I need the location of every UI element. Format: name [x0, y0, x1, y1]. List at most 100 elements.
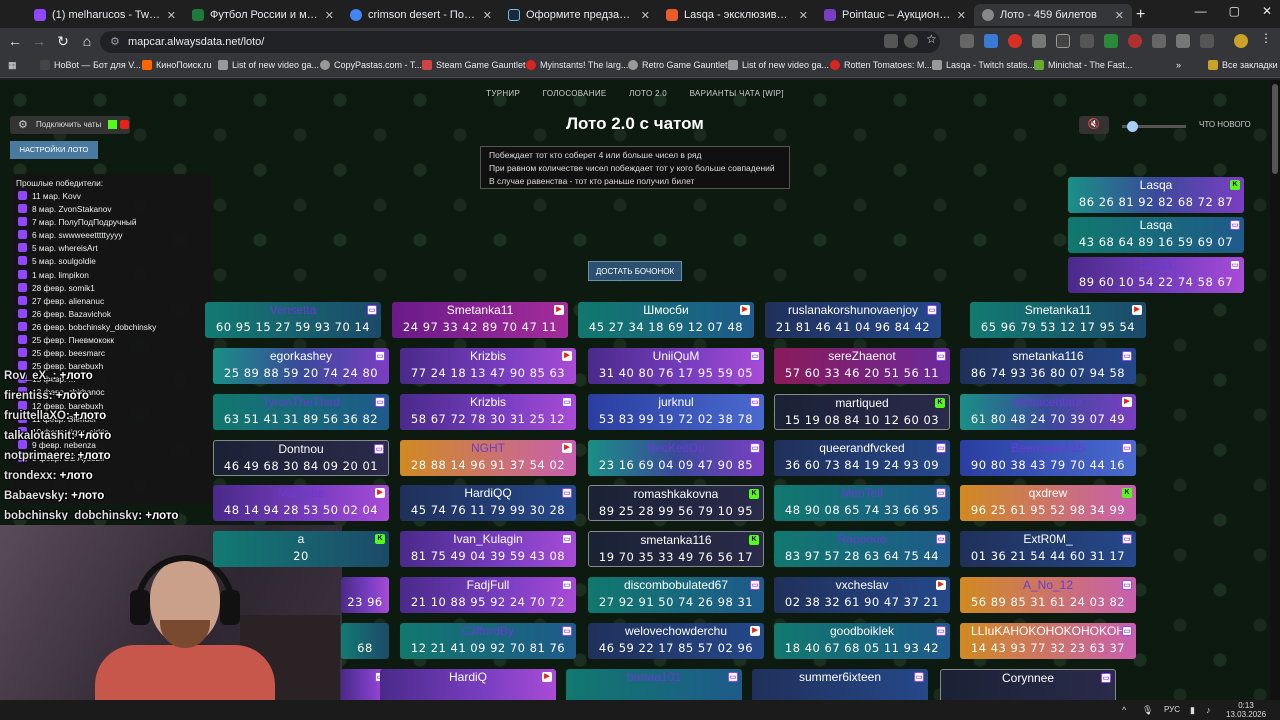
browser-tab-active[interactable]: Лото - 459 билетов ✕ [974, 4, 1132, 26]
loto-ticket[interactable]: Ivan_Kulagin 81 75 49 04 39 59 43 08 ▭ [400, 531, 576, 567]
loto-ticket[interactable]: HardiQ ▶ [380, 669, 556, 700]
language-indicator[interactable]: РУС [1164, 705, 1180, 714]
bookmark-item[interactable]: Rotten Tomatoes: M... [830, 60, 932, 70]
extension-icon[interactable] [1152, 34, 1166, 48]
loto-ticket[interactable]: smetanka116 86 74 93 36 80 07 94 58 ▭ [960, 348, 1136, 384]
extension-icon[interactable] [1080, 34, 1094, 48]
loto-ticket[interactable]: ExtR0M_ 01 36 21 54 44 60 31 17 ▭ [960, 531, 1136, 567]
menu-kebab-icon[interactable]: ⋮ [1260, 31, 1274, 45]
browser-tab[interactable]: crimson desert - Поиск в Googl✕ [342, 4, 500, 26]
bookmark-item[interactable]: List of new video ga... [218, 60, 319, 70]
loto-ticket[interactable]: FadjFull 21 10 88 95 92 24 70 72 ▭ [400, 577, 576, 613]
bookmark-star-icon[interactable]: ☆ [926, 32, 940, 46]
zoom-icon[interactable] [904, 34, 918, 48]
bookmark-item[interactable]: Lasqa - Twitch statis... [932, 60, 1035, 70]
loto-ticket[interactable]: HardiQQ 45 74 76 11 79 99 30 28 ▭ [400, 485, 576, 521]
browser-tab[interactable]: (1) melharucos - Twitch ✕ [26, 4, 184, 26]
close-tab-icon[interactable]: ✕ [1115, 9, 1124, 22]
back-icon[interactable]: ← [6, 33, 24, 49]
loto-ticket[interactable]: ruslanakorshunovaenjoy 21 81 46 41 04 96 … [765, 302, 941, 338]
loto-ticket[interactable]: jurknul 53 83 99 19 72 02 38 78 ▭ [588, 394, 764, 430]
loto-ticket[interactable]: TyronTheThird 63 51 41 31 89 56 36 82 ▭ [213, 394, 389, 430]
extension-icon[interactable] [1032, 34, 1046, 48]
close-tab-icon[interactable]: ✕ [325, 9, 334, 22]
loto-ticket[interactable]: Martique 48 14 94 28 53 50 02 04 ▶ [213, 485, 389, 521]
loto-ticket[interactable]: Шмосби 45 27 34 18 69 12 07 48 ▶ [578, 302, 754, 338]
loto-ticket[interactable]: a 20 K [213, 531, 389, 567]
bookmark-item[interactable]: CopyPastas.com - T... [320, 60, 422, 70]
clock[interactable]: 0:13 13.03.2026 [1226, 701, 1266, 719]
loto-ticket[interactable]: UniiQuM 31 40 80 76 17 95 59 05 ▭ [588, 348, 764, 384]
loto-ticket[interactable]: Smetanka11 65 96 79 53 12 17 95 54 ▶ [970, 302, 1146, 338]
more-bookmarks-icon[interactable]: » [1176, 60, 1181, 70]
nav-link-loto[interactable]: ЛОТО 2.0 [629, 89, 667, 98]
loto-ticket[interactable]: Vensetta 60 95 15 27 59 93 70 14 ▭ [205, 302, 381, 338]
translate-icon[interactable] [884, 34, 898, 48]
all-bookmarks-folder[interactable]: Все закладки [1208, 60, 1278, 70]
loto-ticket[interactable]: discombobulated67 27 92 91 50 74 26 98 31… [588, 577, 764, 613]
close-tab-icon[interactable]: ✕ [641, 9, 650, 22]
loto-ticket[interactable]: Krizbis 77 24 18 13 47 90 85 63 ▶ [400, 348, 576, 384]
loto-ticket[interactable]: Lasqa 86 26 81 92 82 68 72 87 K [1068, 177, 1244, 213]
close-tab-icon[interactable]: ✕ [799, 9, 808, 22]
loto-settings-button[interactable]: НАСТРОЙКИ ЛОТО [10, 141, 98, 159]
extension-icon[interactable] [960, 34, 974, 48]
loto-ticket[interactable]: bartaa101 ▭ [566, 669, 742, 700]
extensions-puzzle-icon[interactable] [1200, 34, 1214, 48]
new-tab-button[interactable]: + [1136, 6, 1145, 24]
microphone-icon[interactable]: 🎙 [1142, 705, 1153, 716]
loto-ticket[interactable]: Krizbis 58 67 72 78 30 31 25 12 ▭ [400, 394, 576, 430]
chevron-up-icon[interactable]: ^ [1122, 705, 1126, 715]
browser-tab[interactable]: Оформите предзаказ на Crim✕ [500, 4, 658, 26]
browser-tab[interactable]: Pointauc – Аукционы, лотере✕ [816, 4, 974, 26]
browser-tab[interactable]: Футбол России и мира 2026 -✕ [184, 4, 342, 26]
extension-icon[interactable] [1008, 34, 1022, 48]
network-icon[interactable]: ▮ [1190, 705, 1195, 716]
loto-ticket[interactable]: Beercules515 90 80 38 43 79 70 44 16 ▭ [960, 440, 1136, 476]
close-tab-icon[interactable]: ✕ [167, 9, 176, 22]
reload-icon[interactable]: ↻ [54, 33, 72, 50]
whats-new-link[interactable]: ЧТО НОВОГО [1199, 120, 1251, 129]
extension-icon[interactable] [1056, 34, 1070, 48]
loto-ticket[interactable]: queerandfvcked 36 60 73 84 19 24 93 09 ▭ [774, 440, 950, 476]
loto-ticket[interactable]: LLIuKAHOKOHOKOHOKOH 14 43 93 77 32 23 63 … [960, 623, 1136, 659]
volume-icon[interactable]: ♪ [1206, 705, 1211, 715]
loto-ticket[interactable]: BecKeitOo 23 16 69 04 09 47 90 85 ▭ [588, 440, 764, 476]
forward-icon[interactable]: → [30, 33, 48, 49]
bookmark-item[interactable]: Steam Game Gauntlet [422, 60, 526, 70]
bookmark-item[interactable]: Retro Game Gauntlet [628, 60, 728, 70]
maximize-icon[interactable]: ▢ [1229, 4, 1240, 18]
loto-ticket[interactable]: alphacentaur 61 80 48 24 70 39 07 49 ▶ [960, 394, 1136, 430]
loto-ticket[interactable]: romashkakovna 89 25 28 99 56 79 10 95 K [588, 485, 764, 521]
browser-tab[interactable]: Lasqa - эксклюзивный контен✕ [658, 4, 816, 26]
volume-slider[interactable] [1122, 121, 1186, 132]
loto-ticket[interactable]: egorkashey 25 89 88 59 20 74 24 80 ▭ [213, 348, 389, 384]
loto-ticket[interactable]: summer6ixteen ▭ [752, 669, 928, 700]
loto-ticket[interactable]: Smetanka11 24 97 33 42 89 70 47 11 ▶ [392, 302, 568, 338]
loto-ticket[interactable]: 23 96 [341, 577, 389, 613]
mute-button[interactable]: 🔇 [1079, 116, 1109, 134]
bookmark-item[interactable]: НоBot — Бот для V... [40, 60, 141, 70]
bookmark-item[interactable]: List of new video ga... [728, 60, 829, 70]
loto-ticket[interactable]: Lasqa 43 68 64 89 16 59 69 07 ▭ [1068, 217, 1244, 253]
bookmark-item[interactable]: Minichat - The Fast... [1034, 60, 1132, 70]
extension-icon[interactable] [984, 34, 998, 48]
nav-link-chat-variants[interactable]: ВАРИАНТЫ ЧАТА [WIP] [690, 89, 784, 98]
nav-link-tournament[interactable]: ТУРНИР [486, 89, 520, 98]
minimize-icon[interactable]: — [1195, 4, 1207, 18]
extension-icon[interactable] [1104, 34, 1118, 48]
site-info-icon[interactable]: ⚙ [110, 31, 120, 53]
close-tab-icon[interactable]: ✕ [957, 9, 966, 22]
connect-chats-button[interactable]: ⚙ Подключить чаты [10, 116, 130, 134]
loto-ticket[interactable]: martiqued 15 19 08 84 10 12 60 03 K [774, 394, 950, 430]
loto-ticket[interactable]: vxcheslav 02 38 32 61 90 47 37 21 ▶ [774, 577, 950, 613]
loto-ticket[interactable]: goodboiklek 18 40 67 68 05 11 93 42 ▭ [774, 623, 950, 659]
loto-ticket[interactable]: Corynnee ▭ [940, 669, 1116, 700]
close-tab-icon[interactable]: ✕ [483, 9, 492, 22]
home-icon[interactable]: ⌂ [78, 33, 96, 49]
nav-link-voting[interactable]: ГОЛОСОВАНИЕ [543, 89, 607, 98]
loto-ticket[interactable]: Lasqa 89 60 10 54 22 74 58 67 ▭ [1068, 257, 1244, 293]
loto-ticket[interactable]: A_No_12 56 89 85 31 61 24 03 82 ▭ [960, 577, 1136, 613]
bookmark-item[interactable]: Myinstants! The larg... [526, 60, 628, 70]
url-field[interactable]: ⚙ mapcar.alwaysdata.net/loto/ [100, 31, 940, 53]
